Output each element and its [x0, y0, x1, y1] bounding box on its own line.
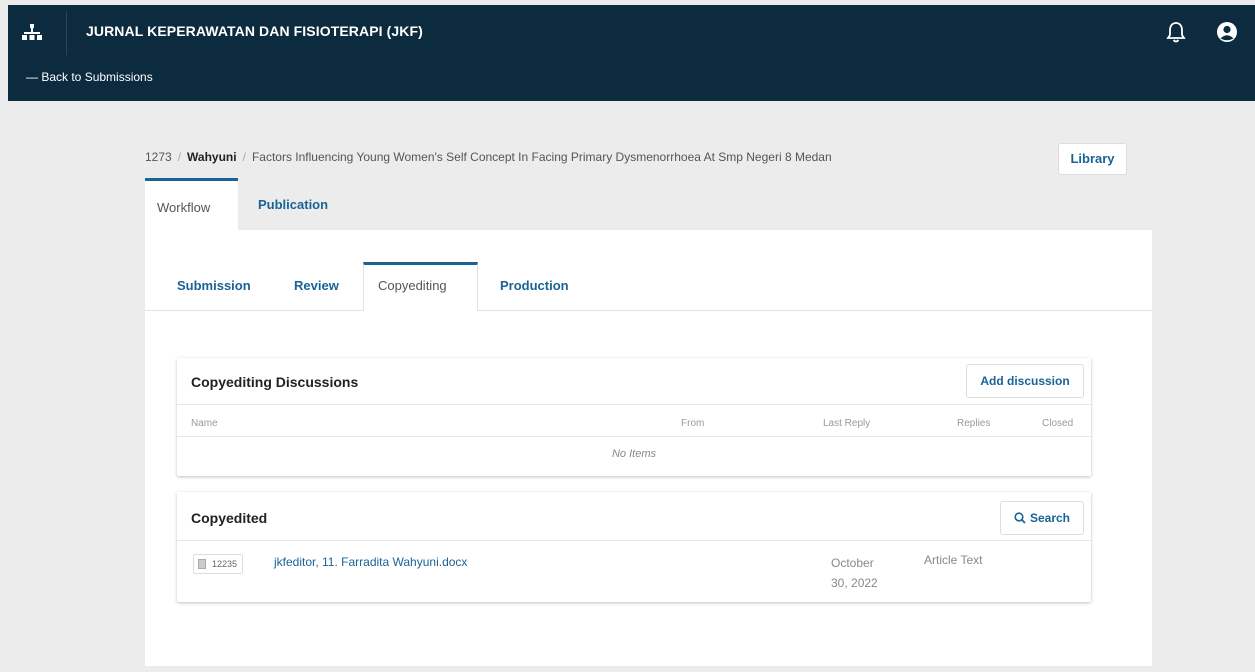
- divider: [177, 436, 1091, 437]
- column-replies: Replies: [957, 418, 991, 429]
- file-link[interactable]: jkfeditor, 11. Farradita Wahyuni.docx: [274, 555, 467, 569]
- tab-workflow[interactable]: Workflow: [145, 178, 238, 230]
- user-icon[interactable]: [1216, 21, 1238, 43]
- tab-submission[interactable]: Submission: [163, 262, 265, 310]
- bell-icon[interactable]: [1166, 21, 1186, 43]
- search-icon: [1014, 512, 1026, 524]
- header-divider: [66, 11, 67, 55]
- journal-title[interactable]: JURNAL KEPERAWATAN DAN FISIOTERAPI (JKF): [86, 23, 423, 39]
- copyediting-discussions-card: Copyediting Discussions Add discussion N…: [177, 358, 1091, 476]
- copyedited-card: Copyedited Search 12235 jkfeditor, 11. F…: [177, 492, 1091, 602]
- file-date: October 30, 2022: [831, 556, 878, 590]
- tab-publication[interactable]: Publication: [246, 178, 340, 230]
- divider: [177, 540, 1091, 541]
- search-button-label: Search: [1029, 511, 1071, 525]
- discussions-title: Copyediting Discussions: [191, 374, 359, 390]
- tab-review[interactable]: Review: [280, 262, 353, 310]
- back-to-submissions-link[interactable]: — Back to Submissions: [26, 70, 153, 84]
- tab-copyediting[interactable]: Copyediting: [363, 262, 478, 311]
- file-id: 12235: [212, 559, 238, 569]
- site-icon[interactable]: [22, 24, 42, 42]
- search-button[interactable]: Search: [1000, 501, 1084, 535]
- submission-title: Factors Influencing Young Women's Self C…: [251, 150, 832, 164]
- file-id-badge: 12235: [193, 554, 244, 574]
- breadcrumb-separator: /: [242, 150, 246, 164]
- empty-state: No Items: [611, 448, 656, 460]
- column-last-reply: Last Reply: [823, 418, 871, 429]
- document-icon: [198, 559, 206, 569]
- stage-tabs: Submission Review Copyediting Production: [145, 230, 1152, 311]
- submission-id: 1273: [145, 150, 172, 164]
- file-type: Article Text: [924, 553, 983, 567]
- breadcrumb: 1273 / Wahyuni / Factors Influencing Young W…: [145, 150, 832, 164]
- column-name: Name: [191, 418, 218, 429]
- divider: [177, 404, 1091, 405]
- breadcrumb-separator: /: [177, 150, 182, 164]
- submission-author: Wahyuni: [187, 150, 237, 164]
- library-button[interactable]: Library: [1058, 143, 1127, 175]
- add-discussion-button[interactable]: Add discussion: [966, 364, 1084, 398]
- column-from: From: [681, 418, 705, 429]
- top-header: JURNAL KEPERAWATAN DAN FISIOTERAPI (JKF)…: [8, 5, 1255, 101]
- copyedited-title: Copyedited: [191, 510, 268, 526]
- workflow-panel: Submission Review Copyediting Production…: [145, 230, 1152, 666]
- tab-production[interactable]: Production: [486, 262, 583, 310]
- column-closed: Closed: [1042, 418, 1074, 429]
